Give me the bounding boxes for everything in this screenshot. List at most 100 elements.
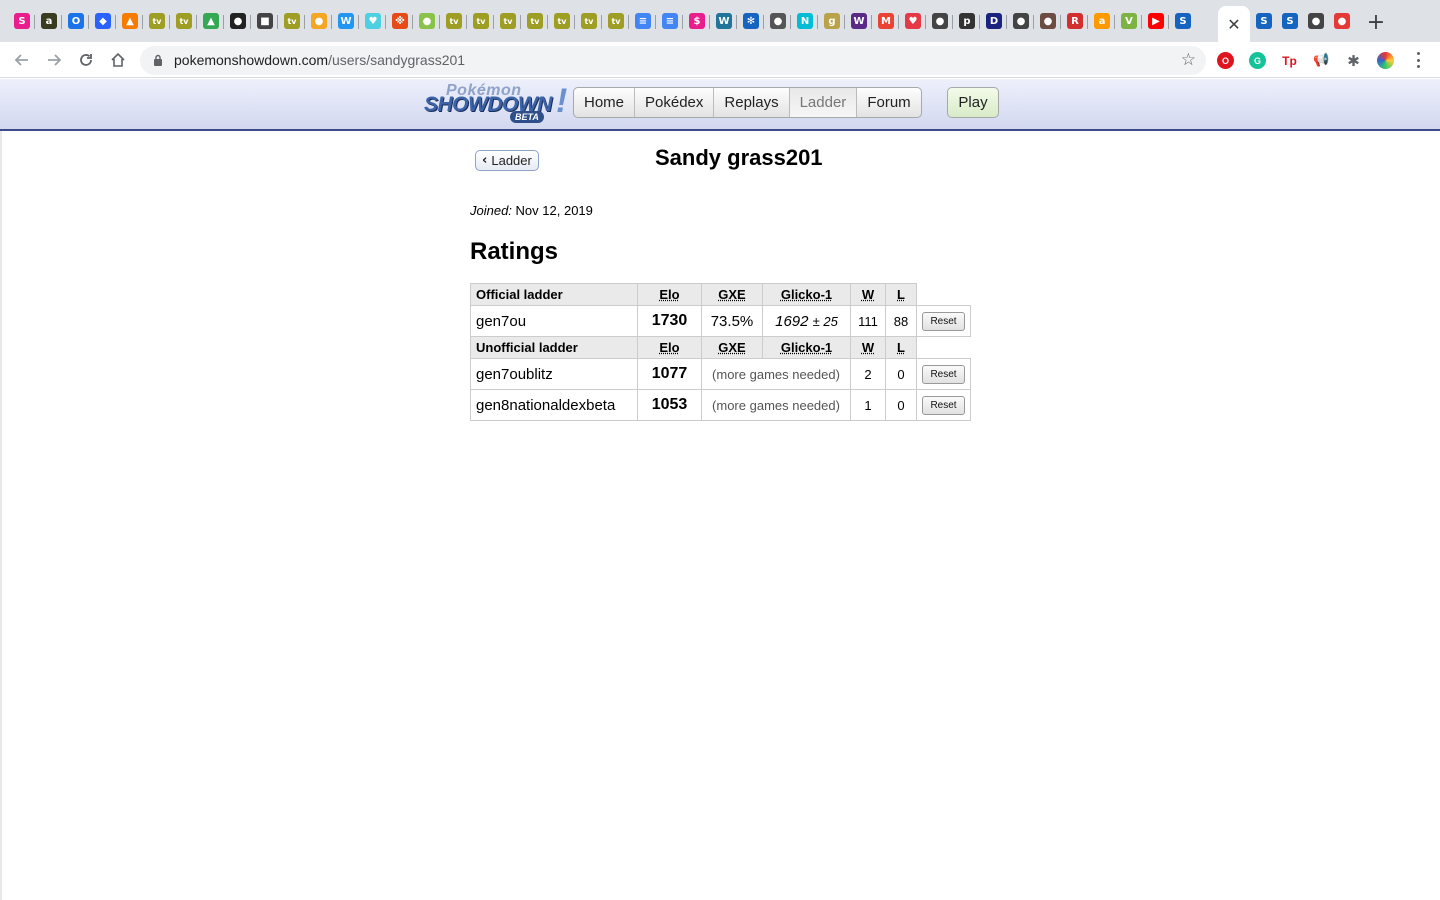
nav-ladder[interactable]: Ladder xyxy=(788,88,857,117)
play-button[interactable]: Play xyxy=(947,87,999,118)
col-elo: Elo xyxy=(637,283,702,306)
pinned-tab-favicon[interactable]: g xyxy=(822,11,842,31)
pinned-tab-favicon[interactable]: tv xyxy=(471,11,491,31)
pinned-tab-favicon[interactable]: tv xyxy=(282,11,302,31)
pinned-tab-favicon[interactable]: ● xyxy=(1011,11,1031,31)
pinned-tab-favicon[interactable]: D xyxy=(984,11,1004,31)
browser-tab-strip: Sa O ◆ ▲ tv tv ▲ ● ■ tv ● W ♥ ※ ● tv tv tv tv tv tv tv ≡ ≡ $ W ✻ ● N… xyxy=(0,0,1440,42)
nav-home[interactable]: Home xyxy=(574,88,634,117)
pinned-tab-favicon[interactable]: N xyxy=(795,11,815,31)
tab-separator xyxy=(1114,15,1115,29)
pinned-tab-favicon[interactable]: S xyxy=(12,11,32,31)
page-left-border xyxy=(0,131,2,900)
col-elo: Elo xyxy=(637,336,702,359)
pinned-tab-favicon[interactable]: tv xyxy=(498,11,518,31)
tab-separator xyxy=(1087,15,1088,29)
tab-separator xyxy=(790,15,791,29)
pinned-tab-favicon[interactable]: ▲ xyxy=(120,11,140,31)
showdown-logo[interactable]: Pokémon SHOWDOWN ! BETA xyxy=(424,82,572,126)
pinned-tab-favicon[interactable]: W xyxy=(849,11,869,31)
pinned-tab-favicon[interactable]: tv xyxy=(147,11,167,31)
pinned-tab-favicon[interactable]: V xyxy=(1119,11,1139,31)
tab-separator xyxy=(709,15,710,29)
tab-separator xyxy=(520,15,521,29)
tp-extension-icon[interactable]: Tp xyxy=(1281,52,1298,69)
pinned-tab-favicon[interactable]: tv xyxy=(606,11,626,31)
back-arrow-icon[interactable] xyxy=(10,48,34,72)
pinned-tab-favicon[interactable]: ▶ xyxy=(1146,11,1166,31)
pinned-tab-favicon[interactable]: ● xyxy=(1306,11,1326,31)
reload-icon[interactable] xyxy=(74,48,98,72)
pinned-tab-favicon[interactable]: a xyxy=(39,11,59,31)
pinned-tab-favicon[interactable]: ● xyxy=(228,11,248,31)
profile-avatar[interactable] xyxy=(1377,52,1394,69)
tab-separator xyxy=(898,15,899,29)
more-games-note: (more games needed) xyxy=(701,358,851,390)
pinned-tab-favicon[interactable]: ● xyxy=(309,11,329,31)
puzzle-extensions-icon[interactable]: ✱ xyxy=(1345,52,1362,70)
pinned-tab-favicon[interactable]: a xyxy=(1092,11,1112,31)
tab-separator xyxy=(277,15,278,29)
pinned-tab-favicon[interactable]: W xyxy=(336,11,356,31)
tab-separator xyxy=(682,15,683,29)
grammarly-extension-icon[interactable]: G xyxy=(1249,52,1266,69)
pinned-tab-favicon[interactable]: ≡ xyxy=(660,11,680,31)
bookmark-star-icon[interactable]: ☆ xyxy=(1181,50,1196,70)
pinned-tab-favicon[interactable]: ● xyxy=(768,11,788,31)
pinned-tab-favicon[interactable]: tv xyxy=(552,11,572,31)
pinned-tab-favicon[interactable]: M xyxy=(876,11,896,31)
pinned-tab-favicon[interactable]: tv xyxy=(444,11,464,31)
back-to-ladder-label: Ladder xyxy=(491,153,532,168)
pinned-tab-favicon[interactable]: ● xyxy=(930,11,950,31)
forward-arrow-icon[interactable] xyxy=(42,48,66,72)
opera-extension-icon[interactable]: O xyxy=(1217,52,1234,69)
pinned-tab-favicon[interactable]: ※ xyxy=(390,11,410,31)
pinned-tab-favicon[interactable]: tv xyxy=(579,11,599,31)
pinned-tab-favicon[interactable]: ● xyxy=(1038,11,1058,31)
tab-separator xyxy=(331,15,332,29)
address-bar[interactable]: pokemonshowdown.com/users/sandygrass201 … xyxy=(140,46,1206,75)
reset-button[interactable]: Reset xyxy=(922,396,965,415)
browser-menu-icon[interactable] xyxy=(1410,50,1426,70)
pinned-tab-favicon[interactable]: S xyxy=(1280,11,1300,31)
nav-forum[interactable]: Forum xyxy=(856,88,920,117)
glicko-value: 1692 ± 25 xyxy=(762,305,851,337)
pinned-tab-favicon[interactable]: tv xyxy=(525,11,545,31)
pinned-tab-favicon[interactable]: ◆ xyxy=(93,11,113,31)
pinned-tab-favicon[interactable]: ♥ xyxy=(903,11,923,31)
pinned-tab-favicon[interactable]: ✻ xyxy=(741,11,761,31)
pinned-tab-favicon[interactable]: ♥ xyxy=(363,11,383,31)
pinned-tab-favicon[interactable]: S xyxy=(1254,11,1274,31)
tab-separator xyxy=(358,15,359,29)
nav-pokedex[interactable]: Pokédex xyxy=(634,88,713,117)
pinned-tab-favicon[interactable]: R xyxy=(1065,11,1085,31)
tab-separator xyxy=(979,15,980,29)
pinned-tab-favicon[interactable]: $ xyxy=(687,11,707,31)
back-to-ladder-button[interactable]: ‹ Ladder xyxy=(475,150,539,171)
pinned-tab-favicon[interactable]: p xyxy=(957,11,977,31)
wins-value: 111 xyxy=(850,305,886,337)
tab-separator xyxy=(601,15,602,29)
lock-icon[interactable] xyxy=(153,54,163,66)
pinned-tab-favicon[interactable]: ▲ xyxy=(201,11,221,31)
pinned-tab-favicon[interactable]: ● xyxy=(417,11,437,31)
pinned-tab-favicon[interactable]: ≡ xyxy=(633,11,653,31)
url-text[interactable]: pokemonshowdown.com/users/sandygrass201 xyxy=(174,52,465,68)
close-tab-icon[interactable]: ✕ xyxy=(1227,15,1240,34)
new-tab-button[interactable]: + xyxy=(1364,10,1388,35)
joined-date: Nov 12, 2019 xyxy=(515,203,593,218)
megaphone-extension-icon[interactable]: 📢 xyxy=(1313,52,1330,69)
home-icon[interactable] xyxy=(106,48,130,72)
page-title: Sandy grass201 xyxy=(655,145,823,170)
pinned-tab-favicon[interactable]: W xyxy=(714,11,734,31)
pinned-tab-favicon[interactable]: ● xyxy=(1332,11,1352,31)
active-tab[interactable]: ✕ xyxy=(1218,6,1250,42)
nav-replays[interactable]: Replays xyxy=(713,88,788,117)
pinned-tab-favicon[interactable]: ■ xyxy=(255,11,275,31)
pinned-tab-favicon[interactable]: S xyxy=(1173,11,1193,31)
reset-button[interactable]: Reset xyxy=(922,365,965,384)
pinned-tab-favicon[interactable]: tv xyxy=(174,11,194,31)
pinned-tab-favicon[interactable]: O xyxy=(66,11,86,31)
reset-button[interactable]: Reset xyxy=(922,312,965,331)
tab-separator xyxy=(628,15,629,29)
